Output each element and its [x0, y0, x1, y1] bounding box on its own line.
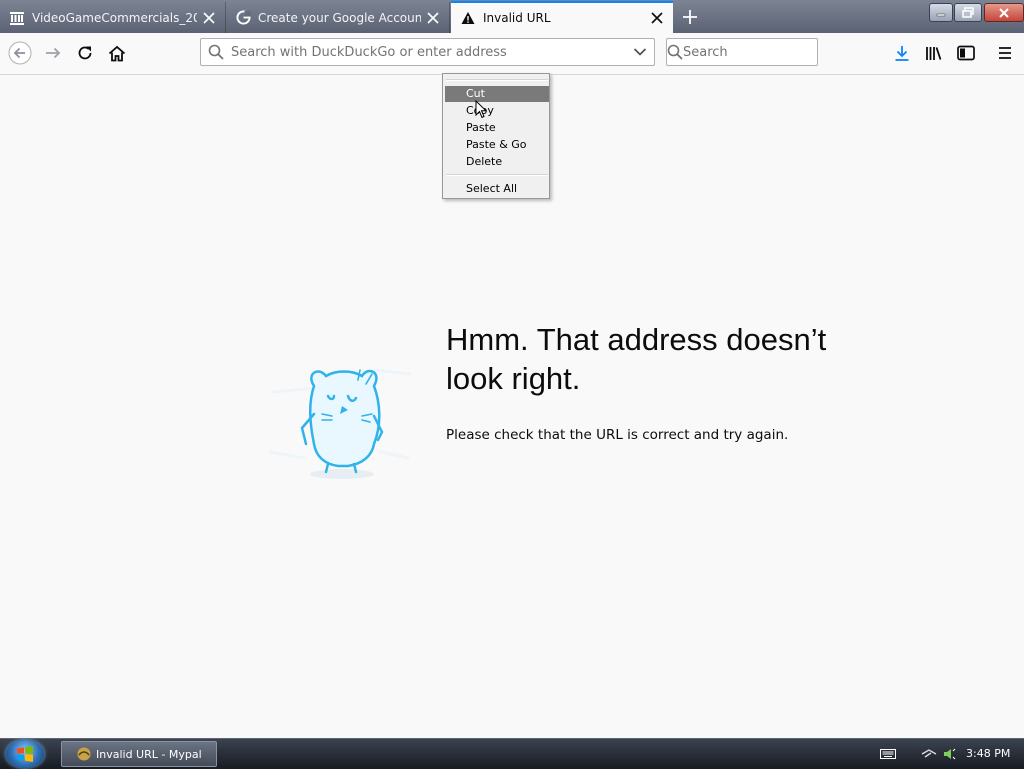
keyboard-icon[interactable] [878, 743, 898, 765]
tab-videogamecommercials[interactable]: VideoGameCommercials_201902 [0, 2, 226, 33]
network-icon[interactable] [920, 743, 940, 765]
error-description: Please check that the URL is correct and… [446, 427, 789, 443]
download-icon [895, 45, 909, 61]
library-button[interactable] [919, 39, 949, 67]
back-button[interactable] [5, 39, 35, 67]
menu-item-delete[interactable]: Delete [445, 154, 549, 170]
downloads-button[interactable] [887, 39, 917, 67]
search-bar[interactable] [666, 38, 853, 66]
warning-icon [460, 10, 476, 26]
menu-item-paste-and-go[interactable]: Paste & Go [445, 137, 549, 153]
tab-title: VideoGameCommercials_201902 [32, 10, 197, 25]
library-icon [926, 47, 942, 60]
close-tab-icon[interactable] [201, 10, 217, 26]
close-tab-icon[interactable] [649, 10, 665, 26]
restore-button[interactable] [954, 3, 982, 22]
back-arrow-icon [8, 41, 32, 65]
url-input[interactable] [231, 42, 626, 62]
close-tab-icon[interactable] [425, 10, 441, 26]
tab-create-google-account[interactable]: Create your Google Account [226, 2, 450, 33]
error-title: Hmm. That address doesn’t look right. [446, 322, 827, 396]
sidebar-icon [957, 45, 975, 61]
volume-icon[interactable] [940, 743, 958, 765]
tab-invalid-url[interactable]: Invalid URL [451, 1, 673, 33]
menu-button[interactable] [990, 39, 1020, 67]
google-icon [235, 10, 251, 26]
taskbar-window-button[interactable]: Invalid URL - Mypal [61, 741, 217, 767]
restore-icon [962, 7, 974, 18]
minimize-icon [936, 13, 946, 16]
forward-arrow-icon [46, 47, 61, 59]
windows-logo-icon [17, 746, 33, 762]
close-icon [999, 7, 1009, 18]
navigation-toolbar [0, 33, 1024, 75]
home-icon [108, 45, 126, 61]
error-mascot-illustration [268, 368, 412, 479]
menu-item-select-all[interactable]: Select All [445, 181, 549, 197]
minimize-button[interactable] [929, 3, 953, 22]
taskbar-window-label: Invalid URL - Mypal [96, 747, 202, 761]
reload-button[interactable] [70, 39, 100, 67]
context-menu: Cut Copy Paste Paste & Go Delete Select … [442, 73, 550, 199]
chevron-down-icon[interactable] [626, 47, 654, 57]
archive-org-icon [9, 10, 25, 26]
menu-separator [446, 174, 548, 176]
close-window-button[interactable] [984, 3, 1024, 22]
search-input[interactable] [683, 42, 853, 62]
search-icon [667, 44, 683, 60]
tab-title: Create your Google Account [258, 10, 421, 25]
new-tab-button[interactable] [676, 4, 704, 30]
menu-separator [446, 79, 548, 81]
system-clock: 3:48 PM [966, 747, 1011, 760]
sidebar-button[interactable] [951, 39, 981, 67]
tab-title: Invalid URL [483, 11, 551, 25]
search-icon [201, 44, 231, 60]
forward-button[interactable] [38, 39, 68, 67]
mypal-app-icon [77, 747, 91, 761]
tab-strip: VideoGameCommercials_201902 Create your … [0, 0, 1024, 33]
hamburger-menu-icon [999, 47, 1011, 59]
menu-item-copy[interactable]: Copy [445, 103, 549, 119]
start-button[interactable] [6, 740, 44, 768]
plus-icon [683, 10, 697, 24]
menu-item-cut[interactable]: Cut [445, 86, 549, 102]
home-button[interactable] [102, 39, 132, 67]
taskbar: Invalid URL - Mypal 3:48 PM [0, 738, 1024, 769]
reload-icon [78, 46, 92, 60]
menu-item-paste[interactable]: Paste [445, 120, 549, 136]
mouse-cursor-icon [475, 100, 487, 119]
address-bar[interactable] [200, 38, 655, 66]
